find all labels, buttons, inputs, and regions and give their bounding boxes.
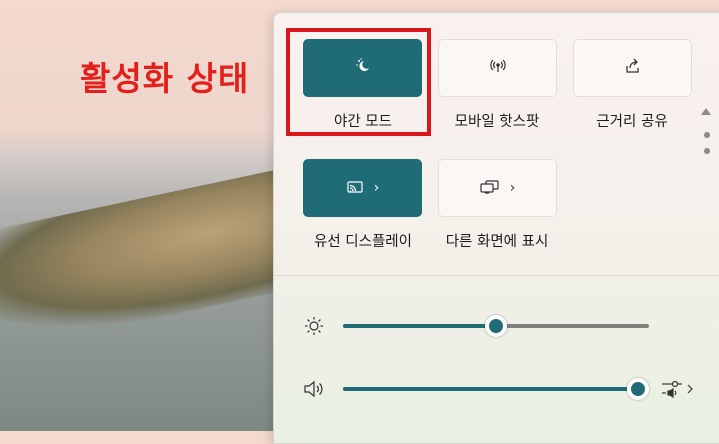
project-toggle[interactable]: › [438,159,557,217]
annotation-label: 활성화 상태 [80,59,250,98]
divider [274,275,719,276]
sun-icon [304,316,324,340]
volume-fill [343,387,638,391]
tile-label-cast: 유선 디스플레이 [314,234,412,250]
brightness-fill [343,324,496,328]
chevron-right-icon: › [509,180,516,196]
cast-toggle[interactable]: › [303,159,422,217]
page-indicator-dot-2[interactable] [704,148,710,154]
mobile-hotspot-toggle[interactable] [438,39,557,97]
chevron-right-icon: › [373,180,380,196]
nearby-share-toggle[interactable] [573,39,692,97]
cast-icon [346,179,364,198]
brightness-slider[interactable] [343,315,649,337]
nearby-share-icon [624,58,642,78]
page-indicator-dot-1[interactable] [704,132,710,138]
mobile-hotspot-icon [489,58,507,78]
page-up-arrow-icon[interactable] [701,108,711,115]
tile-label-nearby-share: 근거리 공유 [596,114,668,130]
speaker-icon[interactable] [303,380,325,402]
volume-mixer-icon[interactable] [661,379,695,403]
project-icon [480,179,500,198]
brightness-thumb[interactable] [485,315,507,337]
annotation-highlight-box [286,28,431,136]
volume-thumb[interactable] [627,378,649,400]
volume-slider[interactable] [343,378,649,400]
tile-label-project: 다른 화면에 표시 [445,234,549,250]
tile-label-mobile-hotspot: 모바일 핫스팟 [454,114,540,130]
